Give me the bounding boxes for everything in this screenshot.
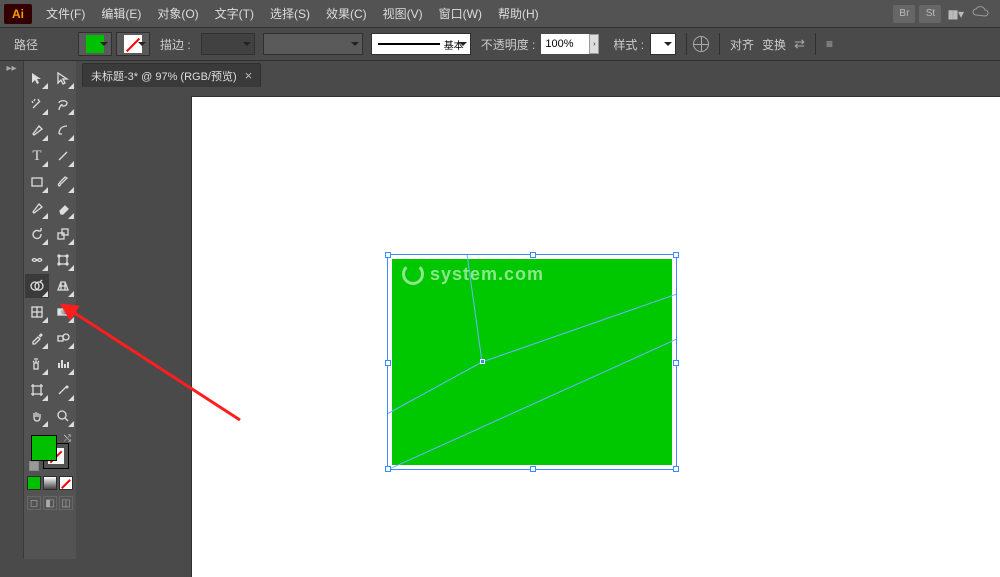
rectangle-tool[interactable] (25, 170, 49, 194)
panel-expand-icon[interactable]: ▸▸ (0, 61, 23, 76)
resize-handle-w[interactable] (385, 360, 391, 366)
separator (719, 33, 720, 55)
free-transform-tool[interactable] (51, 248, 75, 272)
resize-handle-n[interactable] (530, 252, 536, 258)
shape-builder-tool[interactable] (25, 274, 49, 298)
resize-handle-s[interactable] (530, 466, 536, 472)
magic-wand-tool[interactable] (25, 92, 49, 116)
menu-edit[interactable]: 编辑(E) (93, 0, 149, 27)
pen-tool[interactable] (25, 118, 49, 142)
resize-handle-ne[interactable] (673, 252, 679, 258)
draw-inside-icon[interactable]: ◫ (59, 496, 73, 510)
document-tab-title: 未标题-3* @ 97% (RGB/预览) (91, 68, 237, 84)
scale-tool[interactable] (51, 222, 75, 246)
draw-normal-icon[interactable]: ◻ (27, 496, 41, 510)
fill-well[interactable] (31, 435, 57, 461)
line-segment-tool[interactable] (51, 144, 75, 168)
symbol-sprayer-tool[interactable] (25, 352, 49, 376)
color-mode-solid[interactable] (27, 476, 41, 490)
zoom-tool[interactable] (51, 404, 75, 428)
lasso-tool[interactable] (51, 92, 75, 116)
stroke-color-swatch[interactable] (116, 32, 150, 56)
transform-button[interactable]: 变换 (758, 36, 790, 53)
separator (686, 33, 687, 55)
close-tab-icon[interactable]: × (245, 68, 253, 83)
default-fill-stroke-icon[interactable] (29, 461, 39, 471)
document-area: 未标题-3* @ 97% (RGB/预览) × (76, 61, 1000, 559)
variable-width-profile-dropdown[interactable] (263, 33, 363, 55)
color-mode-none[interactable] (59, 476, 73, 490)
control-bar: 路径 描边 : 基本 不透明度 : 100% › 样式 : 对齐 变换 ⇄ ≡ (0, 27, 1000, 61)
mesh-tool[interactable] (25, 300, 49, 324)
menu-file[interactable]: 文件(F) (38, 0, 93, 27)
fill-color-swatch[interactable] (78, 32, 112, 56)
sync-icon[interactable] (966, 5, 996, 22)
separator (815, 33, 816, 55)
menu-view[interactable]: 视图(V) (375, 0, 431, 27)
color-mode-gradient[interactable] (43, 476, 57, 490)
app-logo: Ai (4, 4, 32, 24)
swap-fill-stroke-icon[interactable]: ⤭ (64, 433, 71, 444)
direct-selection-tool[interactable] (51, 66, 75, 90)
gradient-tool[interactable] (51, 300, 75, 324)
draw-behind-icon[interactable]: ◧ (43, 496, 57, 510)
resize-handle-se[interactable] (673, 466, 679, 472)
slice-tool[interactable] (51, 378, 75, 402)
type-tool[interactable]: T (25, 144, 49, 168)
blend-tool[interactable] (51, 326, 75, 350)
menu-help[interactable]: 帮助(H) (490, 0, 547, 27)
bridge-button[interactable]: Br (893, 5, 915, 23)
menu-select[interactable]: 选择(S) (262, 0, 318, 27)
perspective-grid-tool[interactable] (51, 274, 75, 298)
opacity-label: 不透明度 : (475, 36, 542, 53)
watermark-icon (402, 263, 424, 285)
color-mode-row (26, 475, 74, 491)
align-button[interactable]: 对齐 (726, 36, 758, 53)
menu-object[interactable]: 对象(O) (149, 0, 206, 27)
resize-handle-sw[interactable] (385, 466, 391, 472)
document-tab-bar: 未标题-3* @ 97% (RGB/预览) × (76, 61, 1000, 87)
brush-definition-dropdown[interactable]: 基本 (371, 33, 471, 55)
paintbrush-tool[interactable] (51, 170, 75, 194)
stroke-label: 描边 : (154, 36, 197, 53)
menu-window[interactable]: 窗口(W) (431, 0, 490, 27)
graphic-style-dropdown[interactable] (650, 33, 676, 55)
selection-bounding-box[interactable] (387, 254, 677, 470)
stock-button[interactable]: St (919, 5, 941, 23)
tool-panel: T ⤭ (24, 61, 76, 559)
resize-handle-e[interactable] (673, 360, 679, 366)
document-tab[interactable]: 未标题-3* @ 97% (RGB/预览) × (82, 63, 261, 87)
isolate-icon[interactable]: ⇄ (790, 36, 809, 52)
resize-handle-nw[interactable] (385, 252, 391, 258)
style-label: 样式 : (607, 36, 650, 53)
menu-bar: Ai 文件(F) 编辑(E) 对象(O) 文字(T) 选择(S) 效果(C) 视… (0, 0, 1000, 27)
panel-collapse-gutter: ▸▸ (0, 61, 24, 559)
selection-tool[interactable] (25, 66, 49, 90)
watermark: system.com (402, 263, 544, 285)
screen-mode-row: ◻ ◧ ◫ (26, 495, 74, 511)
artboard[interactable]: system.com (192, 97, 1000, 577)
arrange-documents-icon[interactable]: ▮▮ ▾ (943, 7, 966, 21)
width-tool[interactable] (25, 248, 49, 272)
rotate-tool[interactable] (25, 222, 49, 246)
curvature-tool[interactable] (51, 118, 75, 142)
column-graph-tool[interactable] (51, 352, 75, 376)
opacity-stepper[interactable]: › (589, 34, 599, 54)
stroke-weight-dropdown[interactable] (201, 33, 255, 55)
control-bar-menu-icon[interactable]: ≡ (822, 37, 837, 51)
recolor-artwork-icon[interactable] (693, 36, 709, 52)
eyedropper-tool[interactable] (25, 326, 49, 350)
menu-effect[interactable]: 效果(C) (318, 0, 375, 27)
artboard-tool[interactable] (25, 378, 49, 402)
canvas-viewport[interactable]: system.com (82, 87, 1000, 559)
hand-tool[interactable] (25, 404, 49, 428)
menu-text[interactable]: 文字(T) (207, 0, 262, 27)
eraser-tool[interactable] (51, 196, 75, 220)
fill-stroke-color-well[interactable]: ⤭ (31, 435, 69, 469)
opacity-field[interactable]: 100% (541, 34, 589, 54)
shaper-tool[interactable] (25, 196, 49, 220)
selection-type-label: 路径 (8, 36, 44, 53)
